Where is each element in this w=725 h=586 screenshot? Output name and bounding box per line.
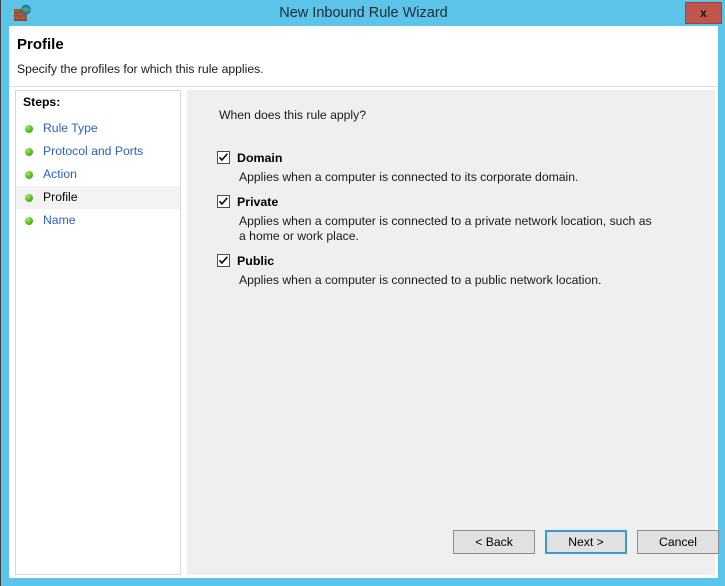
sidebar-item-protocol-and-ports[interactable]: Protocol and Ports: [16, 140, 180, 163]
sidebar-item-profile[interactable]: Profile: [16, 186, 180, 209]
checkmark-icon: [218, 256, 228, 265]
step-bullet-icon: [25, 217, 33, 225]
private-checkbox[interactable]: [217, 195, 230, 208]
wizard-header: Profile Specify the profiles for which t…: [9, 26, 718, 87]
steps-list: Rule Type Protocol and Ports Action Prof…: [16, 117, 180, 232]
step-bullet-icon: [25, 148, 33, 156]
profile-description-domain: Applies when a computer is connected to …: [239, 170, 579, 184]
next-button[interactable]: Next >: [545, 530, 627, 554]
title-bar[interactable]: New Inbound Rule Wizard x: [1, 0, 725, 26]
back-button[interactable]: < Back: [453, 530, 535, 554]
steps-sidebar: Steps: Rule Type Protocol and Ports Acti…: [15, 90, 181, 575]
checkmark-icon: [218, 153, 228, 162]
sidebar-item-rule-type[interactable]: Rule Type: [16, 117, 180, 140]
sidebar-item-action[interactable]: Action: [16, 163, 180, 186]
sidebar-item-label: Action: [43, 167, 77, 181]
sidebar-item-label: Rule Type: [43, 121, 98, 135]
steps-heading: Steps:: [23, 95, 61, 109]
sidebar-item-label: Protocol and Ports: [43, 144, 144, 158]
profile-description-public: Applies when a computer is connected to …: [239, 273, 602, 287]
page-title: Profile: [17, 36, 64, 53]
checkmark-icon: [218, 197, 228, 206]
sidebar-item-name[interactable]: Name: [16, 209, 180, 232]
cancel-button[interactable]: Cancel: [637, 530, 719, 554]
profile-label-public: Public: [237, 254, 275, 268]
window-title: New Inbound Rule Wizard: [279, 5, 448, 21]
close-icon[interactable]: x: [685, 2, 722, 24]
public-checkbox[interactable]: [217, 254, 230, 267]
sidebar-item-label: Profile: [43, 190, 78, 204]
profile-label-private: Private: [237, 195, 279, 209]
profile-label-domain: Domain: [237, 151, 283, 165]
sidebar-item-label: Name: [43, 213, 76, 227]
profile-option-public: Public Applies when a computer is connec…: [217, 253, 687, 288]
step-bullet-icon: [25, 171, 33, 179]
profile-description-private: Applies when a computer is connected to …: [239, 214, 652, 243]
wizard-body: Steps: Rule Type Protocol and Ports Acti…: [9, 87, 719, 578]
step-bullet-icon: [25, 125, 33, 133]
content-panel: When does this rule apply? Domain Applie…: [187, 90, 715, 575]
domain-checkbox[interactable]: [217, 151, 230, 164]
profile-option-private: Private Applies when a computer is conne…: [217, 194, 687, 244]
profile-options-group: Domain Applies when a computer is connec…: [217, 150, 687, 297]
profile-option-domain: Domain Applies when a computer is connec…: [217, 150, 687, 185]
step-bullet-icon: [25, 194, 33, 202]
prompt-question: When does this rule apply?: [219, 108, 367, 122]
page-subtitle: Specify the profiles for which this rule…: [17, 62, 264, 76]
wizard-window: New Inbound Rule Wizard x Profile Specif…: [0, 0, 725, 586]
window-client-area: Profile Specify the profiles for which t…: [9, 26, 719, 578]
